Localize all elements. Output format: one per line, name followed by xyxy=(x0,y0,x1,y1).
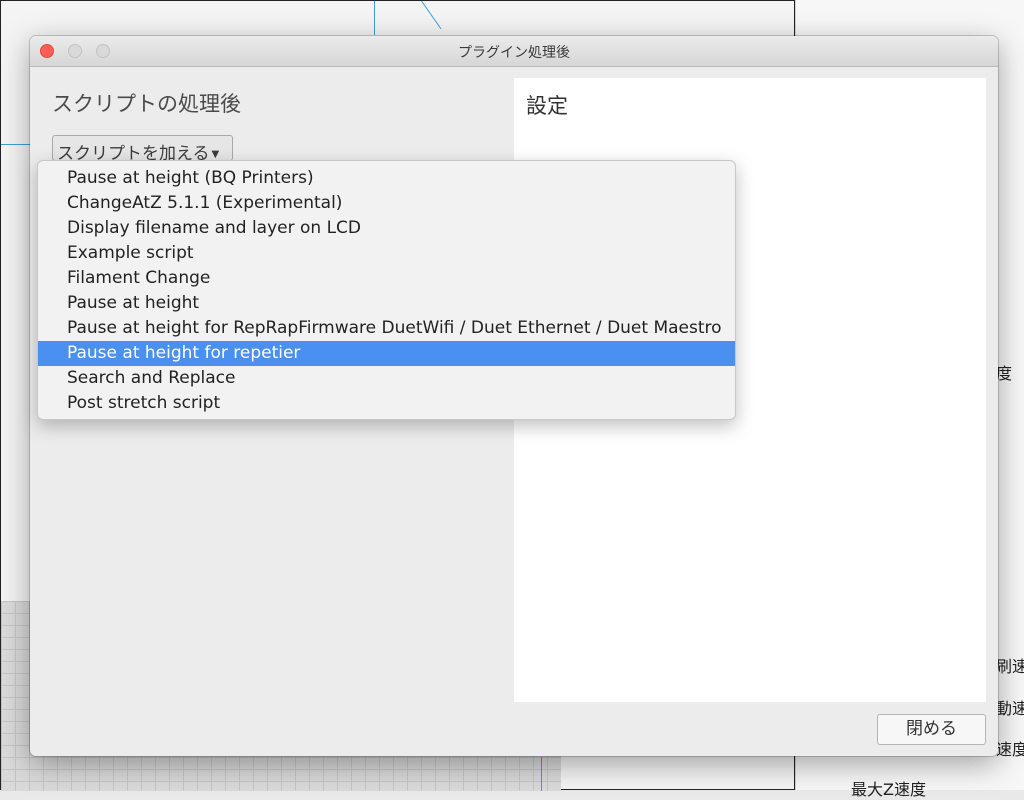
window-title: プラグイン処理後 xyxy=(458,45,570,61)
settings-fragment: 度 xyxy=(996,364,1013,383)
menu-item[interactable]: Search and Replace xyxy=(38,366,735,391)
settings-fragment: 動速 xyxy=(996,699,1024,718)
title-bar[interactable]: プラグイン処理後 xyxy=(30,36,998,67)
menu-item[interactable]: Post stretch script xyxy=(38,391,735,416)
menu-item[interactable]: Pause at height for RepRapFirmware DuetW… xyxy=(38,316,735,341)
menu-item[interactable]: Display filename and layer on LCD xyxy=(38,216,735,241)
add-script-button[interactable]: スクリプトを加える ▼ xyxy=(52,135,233,164)
settings-fragment: 最大Z速度 xyxy=(851,780,926,799)
settings-fragment: 刷速 xyxy=(996,657,1024,676)
model-edge-line xyxy=(541,757,542,791)
menu-item[interactable]: ChangeAtZ 5.1.1 (Experimental) xyxy=(38,191,735,216)
model-edge-line xyxy=(1,144,31,145)
model-edge-line xyxy=(421,0,442,30)
menu-item[interactable]: Pause at height (BQ Printers) xyxy=(38,166,735,191)
menu-item[interactable]: Filament Change xyxy=(38,266,735,291)
menu-item[interactable]: Example script xyxy=(38,241,735,266)
script-dropdown-menu: Pause at height (BQ Printers) ChangeAtZ … xyxy=(37,160,736,420)
menu-item-selected[interactable]: Pause at height for repetier xyxy=(38,341,735,366)
chevron-down-icon: ▼ xyxy=(211,149,220,160)
close-button[interactable]: 閉める xyxy=(877,714,986,745)
scripts-heading: スクリプトの処理後 xyxy=(52,92,241,116)
settings-fragment: 速度 xyxy=(996,740,1024,759)
model-edge-line xyxy=(374,1,375,35)
menu-item[interactable]: Pause at height xyxy=(38,291,735,316)
settings-heading: 設定 xyxy=(526,94,568,118)
